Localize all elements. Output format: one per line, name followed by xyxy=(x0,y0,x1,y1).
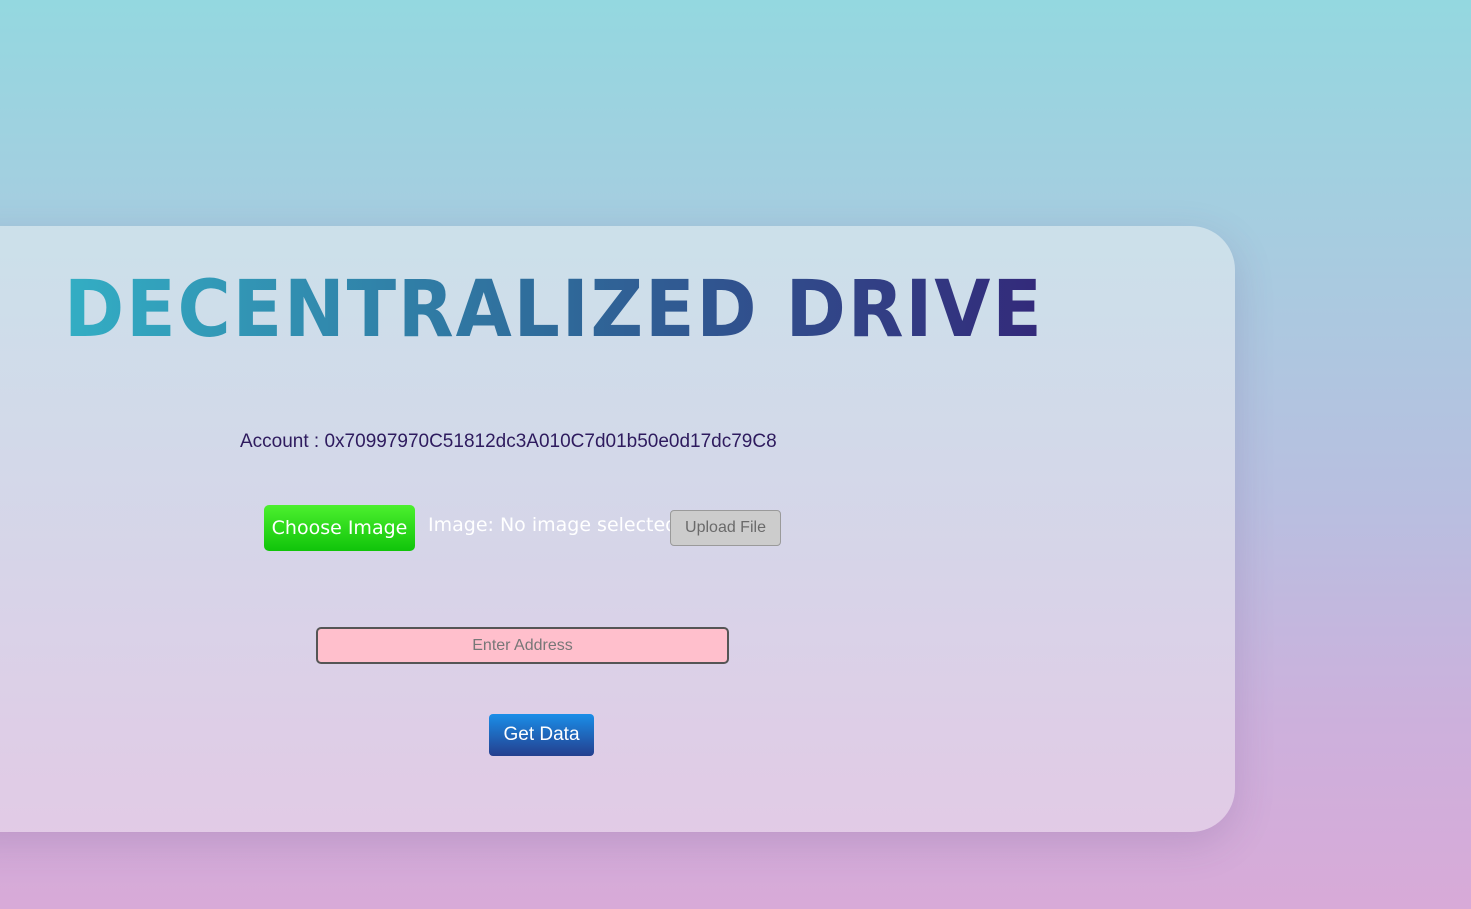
image-status-label: Image: No image selected xyxy=(428,514,678,536)
get-data-button[interactable]: Get Data xyxy=(489,714,594,756)
address-input[interactable] xyxy=(316,627,729,664)
app-title: DECENTRALIZED DRIVE xyxy=(64,262,1044,358)
account-address: Account : 0x70997970C51812dc3A010C7d01b5… xyxy=(240,431,777,452)
upload-file-button[interactable]: Upload File xyxy=(670,510,781,546)
choose-image-button[interactable]: Choose Image xyxy=(264,505,415,551)
